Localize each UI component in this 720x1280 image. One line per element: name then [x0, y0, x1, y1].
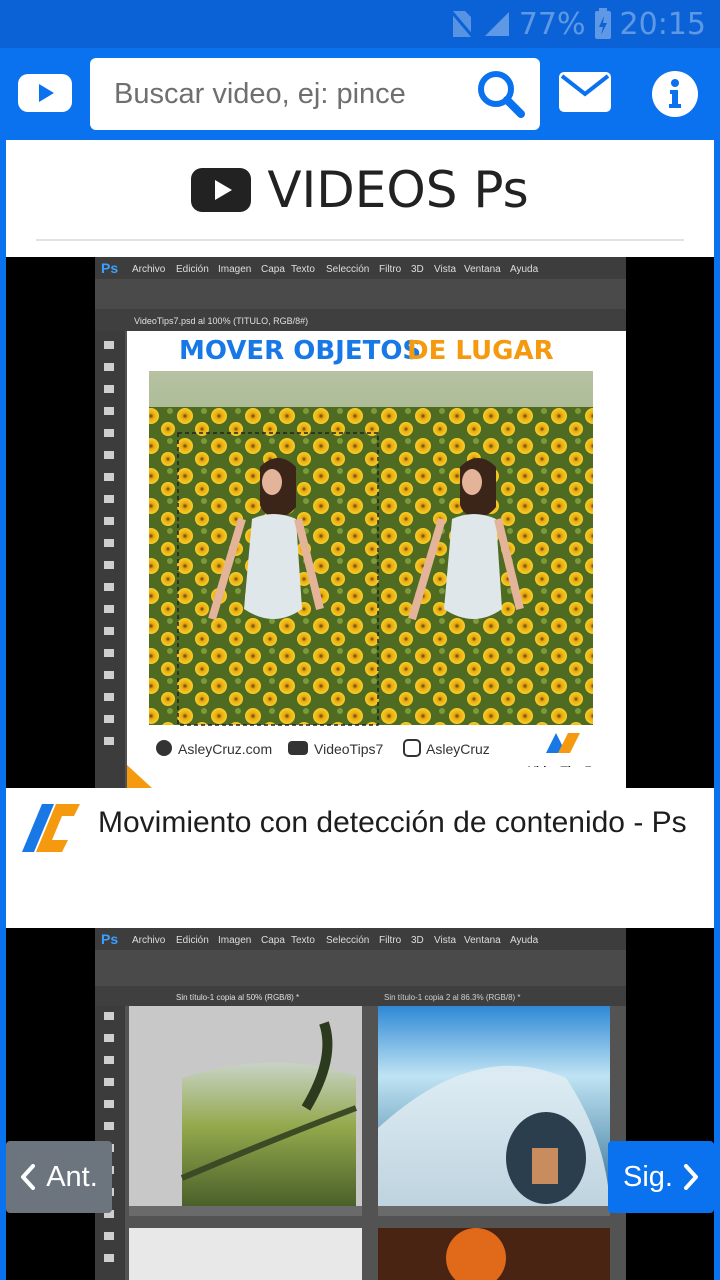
info-icon [652, 71, 698, 117]
svg-text:3D: 3D [411, 264, 424, 275]
search-icon [478, 71, 525, 118]
thumbnail-image: Ps Archivo Edición Imagen Capa Texto Sel… [6, 928, 714, 1280]
svg-text:Imagen: Imagen [218, 935, 251, 946]
info-button[interactable] [651, 70, 699, 118]
thumb-menu-bar: Archivo Edición Imagen Capa Texto Selecc… [132, 264, 539, 275]
svg-text:AsleyCruz.com: AsleyCruz.com [178, 741, 272, 757]
search-input[interactable] [90, 58, 442, 130]
battery-percent: 77% [518, 6, 586, 42]
previous-label: Ant. [46, 1160, 98, 1193]
svg-text:Archivo: Archivo [132, 264, 166, 275]
svg-text:VideoTips7: VideoTips7 [314, 741, 383, 757]
svg-text:Capa: Capa [261, 935, 285, 946]
video-thumbnail[interactable]: Ps Archivo Edición Imagen Capa Texto Sel… [6, 928, 714, 1280]
status-bar: 77% 20:15 [0, 0, 720, 48]
search-button[interactable] [476, 69, 526, 119]
app-header [0, 48, 720, 140]
svg-text:AsleyCruz: AsleyCruz [426, 741, 490, 757]
svg-text:Selección: Selección [326, 264, 369, 275]
no-sim-icon [449, 10, 474, 38]
svg-text:Edición: Edición [176, 935, 209, 946]
clock: 20:15 [619, 6, 706, 42]
video-thumbnail[interactable]: Ps Archivo Edición Imagen Capa Texto Sel… [6, 257, 714, 788]
signal-icon [484, 12, 509, 36]
video-caption[interactable]: Movimiento con detección de contenido - … [6, 788, 714, 928]
svg-text:MOVER OBJETOS: MOVER OBJETOS [179, 336, 421, 366]
battery-icon [594, 8, 611, 39]
svg-text:Filtro: Filtro [379, 935, 402, 946]
content-area: VIDEOS Ps Ps Archivo Edición Imagen Capa… [6, 140, 714, 1280]
svg-text:Selección: Selección [326, 935, 369, 946]
svg-text:Vista: Vista [434, 264, 456, 275]
video-card[interactable]: Ps Archivo Edición Imagen Capa Texto Sel… [6, 140, 714, 928]
search-box [90, 58, 540, 130]
svg-text:Capa: Capa [261, 264, 285, 275]
svg-text:Texto: Texto [291, 935, 315, 946]
svg-text:Ventana: Ventana [464, 935, 501, 946]
svg-text:Imagen: Imagen [218, 264, 251, 275]
svg-text:VideoTips7.psd al 100% (TITULO: VideoTips7.psd al 100% (TITULO, RGB/8#) [134, 316, 308, 326]
svg-text:Archivo: Archivo [132, 935, 166, 946]
svg-text:Sin título-1 copia al 50% (RGB: Sin título-1 copia al 50% (RGB/8) * [176, 993, 299, 1002]
thumbnail-image: Ps Archivo Edición Imagen Capa Texto Sel… [6, 257, 714, 788]
next-button[interactable]: Sig. [608, 1141, 714, 1213]
svg-text:Sin título-1 copia 2 al 86.3%: Sin título-1 copia 2 al 86.3% (RGB/8) * [384, 993, 521, 1002]
svg-text:Filtro: Filtro [379, 264, 402, 275]
svg-text:Texto: Texto [291, 264, 315, 275]
svg-text:Vista: Vista [434, 935, 456, 946]
previous-button[interactable]: Ant. [6, 1141, 112, 1213]
youtube-icon [18, 74, 72, 112]
svg-text:Ayuda: Ayuda [510, 264, 539, 275]
videotips-logo-icon [22, 804, 80, 852]
mail-icon [559, 72, 611, 112]
chevron-right-icon [683, 1164, 698, 1190]
svg-text:Edición: Edición [176, 264, 209, 275]
svg-text:3D: 3D [411, 935, 424, 946]
mail-button[interactable] [559, 72, 611, 112]
video-title[interactable]: Movimiento con detección de contenido - … [98, 804, 698, 842]
svg-text:DE LUGAR: DE LUGAR [407, 336, 554, 366]
svg-text:Ps: Ps [101, 931, 118, 947]
next-label: Sig. [623, 1160, 673, 1193]
svg-text:Ps: Ps [101, 260, 118, 276]
svg-text:Ventana: Ventana [464, 264, 501, 275]
thumb-menu-bar: Archivo Edición Imagen Capa Texto Selecc… [132, 935, 539, 946]
svg-text:Ayuda: Ayuda [510, 935, 539, 946]
chevron-left-icon [21, 1164, 36, 1190]
youtube-button[interactable] [18, 74, 72, 112]
